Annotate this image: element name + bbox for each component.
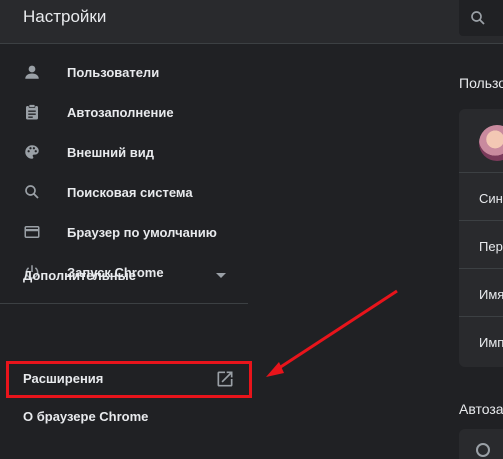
people-section-title: Пользо: [459, 75, 503, 91]
card-divider: [459, 268, 503, 269]
open-in-new-icon: [217, 371, 233, 387]
sidebar-item-about-chrome[interactable]: О браузере Chrome: [23, 409, 148, 424]
sync-row[interactable]: Син: [479, 191, 503, 206]
sidebar-item-autofill[interactable]: Автозаполнение: [0, 94, 262, 130]
search-field[interactable]: [459, 0, 503, 36]
sidebar-item-search-engine[interactable]: Поисковая система: [0, 174, 262, 210]
sidebar-item-people[interactable]: Пользователи: [0, 54, 262, 90]
sidebar-item-label: Пользователи: [67, 64, 160, 80]
sidebar-item-default-browser[interactable]: Браузер по умолчанию: [0, 214, 262, 250]
avatar[interactable]: [479, 125, 503, 161]
name-row[interactable]: Имя: [479, 287, 503, 302]
search-icon: [22, 182, 42, 202]
extensions-label: Расширения: [23, 371, 104, 386]
autofill-section-title: Автоза: [459, 401, 503, 417]
sidebar-item-label: Браузер по умолчанию: [67, 224, 217, 240]
browser-window-icon: [22, 222, 42, 242]
autofill-card: [459, 429, 503, 459]
sidebar-divider: [0, 303, 248, 304]
advanced-label: Дополнительные: [23, 268, 136, 283]
top-bar: Настройки: [0, 0, 503, 44]
search-icon[interactable]: [469, 9, 487, 27]
import-row[interactable]: Имп: [479, 335, 503, 350]
chevron-down-icon: [216, 273, 226, 278]
manage-row[interactable]: Пер: [479, 239, 503, 254]
sidebar-item-label: Поисковая система: [67, 184, 193, 200]
card-divider: [459, 220, 503, 221]
person-icon: [22, 62, 42, 82]
page-title: Настройки: [23, 7, 107, 26]
card-divider: [459, 316, 503, 317]
advanced-toggle[interactable]: Дополнительные: [0, 257, 250, 293]
people-card: Син Пер Имя Имп: [459, 109, 503, 367]
card-divider: [459, 172, 503, 173]
sidebar-item-label: Автозаполнение: [67, 104, 174, 120]
palette-icon: [22, 142, 42, 162]
sidebar-item-label: Внешний вид: [67, 144, 154, 160]
sidebar-item-appearance[interactable]: Внешний вид: [0, 134, 262, 170]
sidebar-item-extensions[interactable]: Расширения: [6, 361, 252, 398]
clipboard-icon: [22, 102, 42, 122]
main-content: Пользо Син Пер Имя Имп Автоза: [440, 45, 503, 459]
key-icon: [476, 443, 490, 457]
